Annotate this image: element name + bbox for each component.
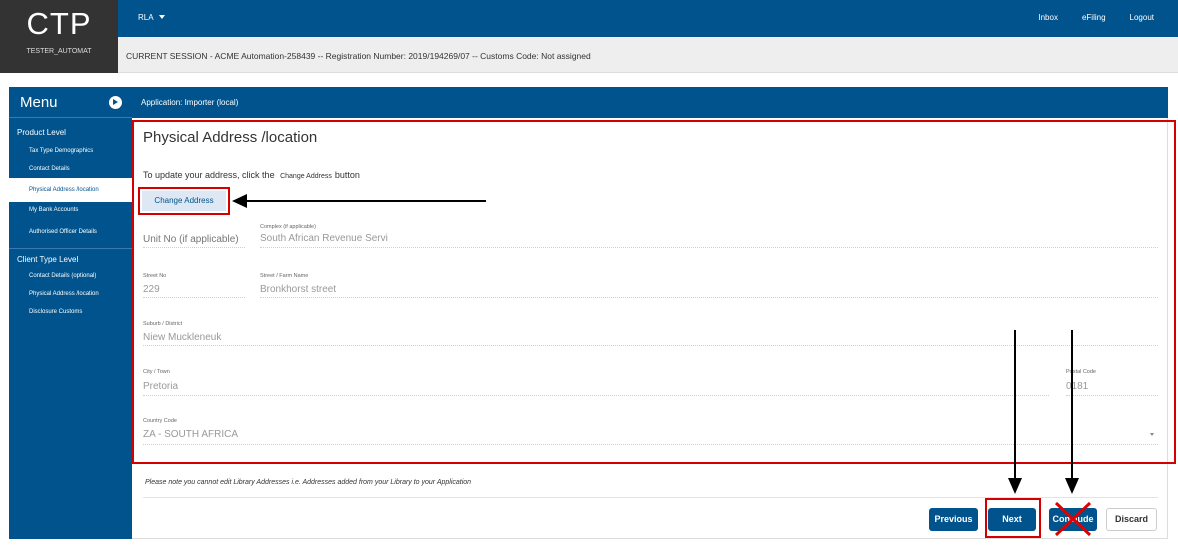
username: TESTER_AUTOMAT	[26, 48, 92, 55]
sidebar-item-bank-accounts[interactable]: My Bank Accounts	[9, 202, 132, 219]
application-header: Application: Importer (local)	[132, 87, 1168, 118]
sidebar-item-authorised-officer[interactable]: Authorised Officer Details	[9, 219, 132, 245]
rla-label: RLA	[138, 13, 154, 22]
top-nav: Inbox eFiling Logout	[1038, 13, 1154, 22]
application-title: Application: Importer (local)	[141, 98, 239, 107]
change-address-highlight-box	[138, 187, 230, 215]
inbox-link[interactable]: Inbox	[1038, 13, 1058, 22]
library-address-note: Please note you cannot edit Library Addr…	[145, 479, 472, 486]
sidebar-section-client-type-level: Client Type Level	[17, 255, 79, 264]
next-highlight-box	[985, 498, 1041, 538]
top-bar: RLA Inbox eFiling Logout	[118, 0, 1178, 37]
sidebar-section-product-level: Product Level	[17, 128, 66, 137]
discard-button[interactable]: Discard	[1106, 508, 1157, 531]
form-highlight-box	[132, 120, 1176, 464]
sidebar-item-disclosure-customs[interactable]: Disclosure Customs	[9, 303, 132, 321]
logout-link[interactable]: Logout	[1130, 13, 1154, 22]
rla-dropdown[interactable]: RLA	[138, 13, 165, 22]
sidebar-item-tax-type-demographics[interactable]: Tax Type Demographics	[9, 141, 132, 161]
sidebar-item-physical-address[interactable]: Physical Address /location	[9, 178, 132, 202]
conclude-button[interactable]: Conclude	[1049, 508, 1097, 531]
session-text: CURRENT SESSION - ACME Automation-258439…	[126, 51, 591, 61]
menu-title: Menu	[20, 94, 58, 111]
sidebar-item-client-physical-address[interactable]: Physical Address /location	[9, 285, 132, 303]
logo-area: CTP TESTER_AUTOMAT	[0, 0, 118, 73]
session-bar: CURRENT SESSION - ACME Automation-258439…	[118, 37, 1178, 73]
efiling-link[interactable]: eFiling	[1082, 13, 1106, 22]
menu-header: Menu	[9, 87, 132, 118]
menu-toggle-icon[interactable]	[109, 96, 122, 109]
sidebar: Menu Product Level Tax Type Demographics…	[9, 87, 132, 539]
caret-down-icon	[158, 15, 165, 19]
sidebar-item-contact-details-optional[interactable]: Contact Details (optional)	[9, 268, 132, 285]
logo: CTP	[26, 6, 92, 41]
previous-button[interactable]: Previous	[929, 508, 978, 531]
sidebar-item-contact-details[interactable]: Contact Details	[9, 161, 132, 178]
